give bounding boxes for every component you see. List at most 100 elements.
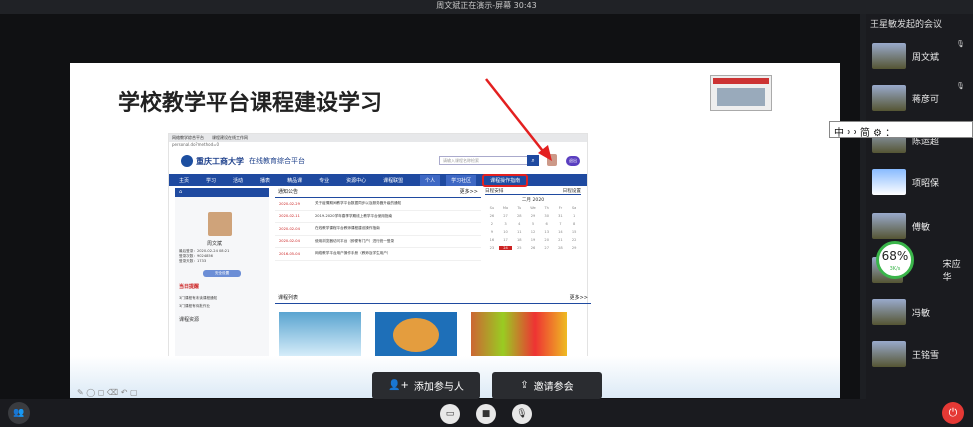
reminder-title: 当日提醒 xyxy=(179,284,200,290)
calendar-link: 日程设置 xyxy=(562,189,581,194)
participant-tile[interactable]: 项昭保 xyxy=(872,162,967,202)
calendar-date: 30 xyxy=(544,214,549,218)
participant-tile[interactable]: 傅敏 xyxy=(872,206,967,246)
nav-item: 学习 xyxy=(206,177,217,184)
calendar-day-header: Th xyxy=(544,206,549,210)
calendar-date: 18 xyxy=(516,238,522,242)
shared-screen-stage: 学校教学平台课程建设学习 ↖ 网络教学综合平台 课程建设在线工作网 person… xyxy=(0,14,860,399)
calendar-date: 2 xyxy=(490,222,493,226)
nav-item: 课程联盟 xyxy=(383,177,404,184)
calendar-date: 4 xyxy=(518,222,521,226)
calendar-date: 16 xyxy=(489,238,495,242)
participant-tile[interactable]: 王铭雪 xyxy=(872,334,967,374)
calendar-date: 19 xyxy=(530,238,536,242)
calendar-date: 24 xyxy=(498,246,513,250)
notice-row: 2020-02-04 使用浏览器访问平台（即便有门户）进行统一登录 xyxy=(275,236,481,248)
calendar-day-header: We xyxy=(530,206,536,210)
calendar-date: 7 xyxy=(559,222,562,226)
logout-badge: 退出 xyxy=(566,156,580,166)
calendar-date: 27 xyxy=(503,214,508,218)
calendar-day-header: Mo xyxy=(502,206,509,210)
calendar-date: 10 xyxy=(503,230,508,234)
annotation-tools-icon[interactable]: ✎ ◯ ◻ ⌫ ↶ ▢ xyxy=(77,388,138,397)
profile-name: 周文斌 xyxy=(207,241,223,247)
add-participant-button[interactable]: 👤+ 添加参与人 xyxy=(372,372,480,399)
notice-row: 2020-02-29 关于疫情期间教学平台数据同步以及服务器升级的通知 xyxy=(275,198,481,211)
input-method-toolbar[interactable]: 中 ᠈ ᠈ 简 ⚙ ： xyxy=(829,121,973,139)
reminder-item: 3门课程有未读课程通知 xyxy=(179,296,218,300)
calendar-date: 22 xyxy=(571,238,577,242)
participant-sidebar: 王星敏发起的会议 周文斌 🎙 蒋彦可 🎙 陈运超 项昭保 傅敏 宋应华 冯敏 王铭雪 xyxy=(866,14,973,399)
share-icon: ⇪ xyxy=(520,380,529,391)
slide-thumbnail xyxy=(710,75,772,111)
invite-button[interactable]: ⇪ 邀请参会 xyxy=(492,372,602,399)
screen-share-icon[interactable]: ▭ xyxy=(440,404,460,424)
calendar-date: 5 xyxy=(531,222,535,226)
camera-icon[interactable]: ■ xyxy=(476,404,496,424)
browser-tab: 网络教学综合平台 xyxy=(172,135,204,140)
profile-photo xyxy=(208,212,232,236)
microphone-icon[interactable]: 🎙 xyxy=(512,404,532,424)
calendar-date: 14 xyxy=(558,230,563,234)
calendar-date: 3 xyxy=(504,222,507,226)
presentation-slide: 学校教学平台课程建设学习 ↖ 网络教学综合平台 课程建设在线工作网 person… xyxy=(70,63,840,398)
presentation-status: 周文斌正在演示-屏幕 30:43 xyxy=(0,0,973,14)
participants-icon[interactable]: 👥 xyxy=(8,402,30,424)
calendar-date: 8 xyxy=(572,222,576,226)
calendar-date: 21 xyxy=(558,238,563,242)
nav-item-guide-highlighted: 课程操作指南 xyxy=(482,173,529,187)
participant-tile[interactable]: 蒋彦可 🎙 xyxy=(872,78,967,118)
course-image xyxy=(279,312,361,357)
calendar-day-header: Tu xyxy=(517,206,522,210)
resources-title: 课程资源 xyxy=(179,317,200,323)
mic-icon: 🎙 xyxy=(956,40,965,48)
platform-name: 在线教育综合平台 xyxy=(249,157,305,165)
participant-avatar xyxy=(872,169,906,195)
calendar-date: 12 xyxy=(530,230,536,234)
notice-more-link: 更多>> xyxy=(459,189,478,195)
profile-info: 最后登录：2020-02-24 08:21 登录次数：9024856 登录天数：… xyxy=(179,249,230,263)
calendar-date: 23 xyxy=(489,246,495,250)
calendar-date: 27 xyxy=(544,246,549,250)
nav-item: 资源中心 xyxy=(346,177,367,184)
calendar-date: 26 xyxy=(530,246,536,250)
calendar-date: 20 xyxy=(544,238,549,242)
end-call-icon[interactable]: ⏻ xyxy=(942,402,964,424)
course-image xyxy=(375,312,457,357)
site-nav: 主页 学习 活动 播表 精品课 专业 资源中心 课程联盟 个人 学习社区 课程操… xyxy=(169,173,587,187)
calendar-day-header: Su xyxy=(489,206,495,210)
calendar-date: 28 xyxy=(558,246,563,250)
participant-avatar xyxy=(872,43,906,69)
calendar-month: 二月 2020 xyxy=(521,198,545,203)
nav-item-personal: 个人 xyxy=(420,174,441,186)
calendar-date: 17 xyxy=(503,238,508,242)
calendar-panel: 日程安排 日程设置 二月 2020 Su Mo Tu We Th Fr Sa 26 27 28 29 3… xyxy=(485,188,581,288)
participant-avatar xyxy=(872,213,906,239)
notice-title: 通知公告 xyxy=(278,189,299,195)
browser-tab: 课程建设在线工作网 xyxy=(212,135,248,140)
participant-tile[interactable]: 周文斌 🎙 xyxy=(872,36,967,76)
participant-avatar xyxy=(872,299,906,325)
calendar-date: 6 xyxy=(545,222,548,226)
nav-item: 活动 xyxy=(233,177,244,184)
nav-item: 专业 xyxy=(319,177,330,184)
calendar-day-header: Fr xyxy=(558,206,563,210)
calendar-date: 29 xyxy=(530,214,536,218)
calendar-date: 11 xyxy=(516,230,522,234)
add-person-icon: 👤+ xyxy=(388,380,409,391)
course-image xyxy=(471,312,567,357)
meeting-window: 周文斌正在演示-屏幕 30:43 学校教学平台课程建设学习 ↖ 网络教学综合平台… xyxy=(0,0,973,427)
participant-tile[interactable]: 冯敏 xyxy=(872,292,967,332)
nav-item-community: 学习社区 xyxy=(446,174,477,186)
university-logo-icon xyxy=(181,155,193,167)
notice-row: 2016-05-04 网络教学平台用户操作手册（教师及学生用户） xyxy=(275,248,481,261)
reminder-item: 3门课程有待批作业 xyxy=(179,304,211,308)
calendar-day-header: Sa xyxy=(571,206,577,210)
nav-item: 精品课 xyxy=(287,177,303,184)
calendar-date: 25 xyxy=(516,246,522,250)
nav-item: 播表 xyxy=(260,177,271,184)
calendar-date: 13 xyxy=(544,230,549,234)
calendar-date: 31 xyxy=(558,214,563,218)
course-list-title: 课程列表 xyxy=(278,295,299,301)
slide-title: 学校教学平台课程建设学习 xyxy=(118,91,383,116)
